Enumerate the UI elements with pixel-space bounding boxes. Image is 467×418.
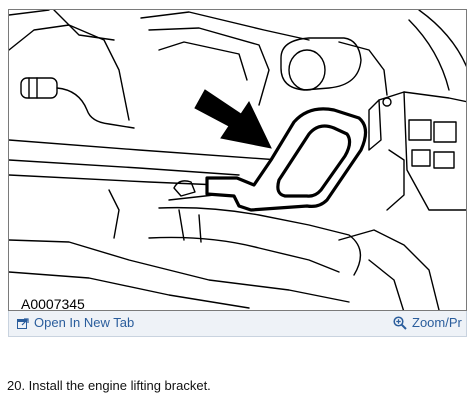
pointer-arrow-icon <box>194 89 272 149</box>
zoom-print-button[interactable]: Zoom/Pr <box>393 315 462 330</box>
magnifier-plus-icon <box>393 315 407 330</box>
figure-id-label: A0007345 <box>19 296 87 311</box>
engine-lifting-bracket-illustration <box>9 10 466 310</box>
image-toolbar: Open In New Tab Zoom/Pr <box>8 311 467 337</box>
figure-frame: A0007345 <box>8 9 467 311</box>
open-in-new-tab-label: Open In New Tab <box>34 315 135 330</box>
zoom-print-label: Zoom/Pr <box>412 315 462 330</box>
step-instruction: 20. Install the engine lifting bracket. <box>7 378 211 393</box>
open-in-new-tab-icon <box>17 317 29 329</box>
open-in-new-tab-button[interactable]: Open In New Tab <box>17 315 134 330</box>
